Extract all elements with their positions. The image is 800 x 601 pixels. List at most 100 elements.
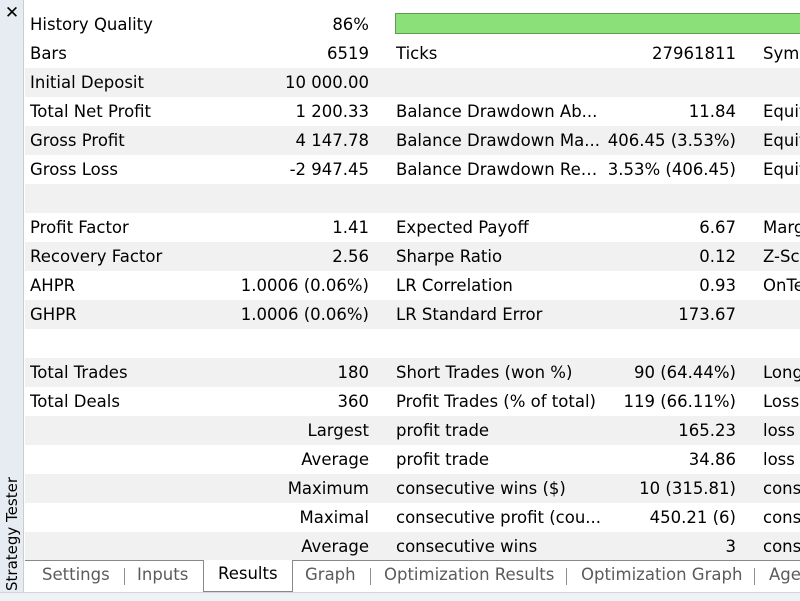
stat-value: 3 <box>725 537 737 556</box>
stat-value <box>585 68 736 97</box>
stat-value: 450.21 (6) <box>649 508 736 527</box>
stat-label: consecutive wins ($) <box>396 479 566 498</box>
stat-label: loss t <box>763 450 800 469</box>
table-row: Recovery Factor 2.56 Sharpe Ratio 0.12 Z-Sc <box>25 242 800 271</box>
stat-value: 1.0006 (0.06%) <box>240 276 369 295</box>
stat-value: 173.67 <box>678 305 736 324</box>
stat-value <box>585 184 736 213</box>
tab-separator <box>370 568 371 585</box>
stat-value: 6.67 <box>699 218 736 237</box>
stat-label: Balance Drawdown Rel... <box>396 160 601 179</box>
stat-value: 1.0006 (0.06%) <box>240 305 369 324</box>
stat-value <box>175 329 369 358</box>
history-quality-bar <box>395 13 800 34</box>
stat-value: 3.53% (406.45) <box>607 160 736 179</box>
stat-value: Average <box>301 450 369 469</box>
table-row: Total Deals 360 Profit Trades (% of total)… <box>25 387 800 416</box>
stat-label: cons <box>763 537 800 556</box>
table-row: Bars6519Ticks27961811Symb <box>25 39 800 68</box>
stat-value: 34.86 <box>688 450 736 469</box>
stat-value: 27961811 <box>652 44 736 63</box>
tab-graph[interactable]: Graph <box>305 561 356 590</box>
stat-value: Maximum <box>287 479 369 498</box>
stat-label: OnTe <box>763 276 800 295</box>
stat-label: consecutive wins <box>396 537 538 556</box>
stat-label: Long <box>763 363 800 382</box>
stat-value <box>585 329 736 358</box>
stat-label: Marg <box>763 218 800 237</box>
panel-title: Strategy Tester <box>3 477 21 591</box>
table-row: Gross Loss -2 947.45 Balance Drawdown Rel.… <box>25 155 800 184</box>
stat-label: Ticks <box>396 44 438 63</box>
stat-value: 119 (66.11%) <box>623 392 736 411</box>
stat-label: Sharpe Ratio <box>396 247 503 266</box>
tab-agents[interactable]: Age <box>769 561 800 590</box>
stat-value: 1.41 <box>332 218 369 237</box>
stat-label: consecutive profit (cou... <box>396 508 601 527</box>
stat-value: 0.93 <box>699 276 736 295</box>
stat-label: Balance Drawdown Ab... <box>396 102 598 121</box>
history-quality-row: History Quality 86% <box>25 10 800 39</box>
stat-label: Expected Payoff <box>396 218 529 237</box>
stat-value: -2 947.45 <box>289 160 369 179</box>
tab-optimization-results[interactable]: Optimization Results <box>384 561 554 590</box>
stat-label: LR Correlation <box>396 276 513 295</box>
stat-value: 10 (315.81) <box>639 479 736 498</box>
stat-label: Loss <box>763 392 800 411</box>
tab-optimization-graph[interactable]: Optimization Graph <box>581 561 742 590</box>
stat-value: 360 <box>337 392 370 411</box>
stat-label: Equit <box>763 160 800 179</box>
table-row: GHPR 1.0006 (0.06%) LR Standard Error 173.6… <box>25 300 800 329</box>
stat-label: Short Trades (won %) <box>396 363 573 382</box>
stat-value: 11.84 <box>688 102 736 121</box>
results-table: History Quality 86% Bars 6519 Ticks 2796181… <box>25 10 800 561</box>
stat-label <box>396 184 601 213</box>
stat-value: Maximal <box>299 508 369 527</box>
table-row: Maximal consecutive profit (cou... 450.21 … <box>25 503 800 532</box>
stat-label <box>763 329 800 358</box>
tester-side-strip: ✕ Strategy Tester <box>0 0 24 600</box>
stat-label: cons <box>763 508 800 527</box>
table-row <box>25 329 800 358</box>
stat-label: Z-Sc <box>763 247 800 266</box>
stat-label: loss t <box>763 421 800 440</box>
stat-label <box>396 68 601 97</box>
tab-separator <box>754 568 755 585</box>
stat-value: 90 (64.44%) <box>633 363 736 382</box>
stat-label: cons <box>763 479 800 498</box>
table-row: Gross Profit 4 147.78 Balance Drawdown Ma.… <box>25 126 800 155</box>
close-icon[interactable]: ✕ <box>3 4 21 22</box>
history-quality-value: 86% <box>332 15 369 34</box>
stat-label <box>763 300 800 329</box>
stat-value: 165.23 <box>678 421 736 440</box>
stat-value: 4 147.78 <box>295 131 369 150</box>
stat-label: Profit Trades (% of total) <box>396 392 596 411</box>
tab-separator <box>566 568 567 585</box>
table-row: Maximum consecutive wins ($) 10 (315.81) co… <box>25 474 800 503</box>
tab-separator <box>124 568 125 585</box>
stat-label: Balance Drawdown Ma... <box>396 131 600 150</box>
stat-label: LR Standard Error <box>396 305 543 324</box>
stat-value: 180 <box>337 363 370 382</box>
stat-value: 2.56 <box>332 247 369 266</box>
table-row <box>25 184 800 213</box>
stat-label <box>396 329 601 358</box>
stat-value: 6519 <box>327 44 369 63</box>
table-row: Total Trades 180 Short Trades (won %) 90 (6… <box>25 358 800 387</box>
stat-value <box>175 184 369 213</box>
stat-label: profit trade <box>396 450 490 469</box>
stat-value: Largest <box>307 421 370 440</box>
table-row: Profit Factor 1.41 Expected Payoff 6.67 Marg <box>25 213 800 242</box>
stat-label: Equit <box>763 131 800 150</box>
table-row: Largest profit trade 165.23 loss t <box>25 416 800 445</box>
stat-value: 1 200.33 <box>295 102 369 121</box>
stat-label: profit trade <box>396 421 490 440</box>
stat-label: Equit <box>763 102 800 121</box>
stat-label: Symb <box>763 44 800 63</box>
tab-inputs[interactable]: Inputs <box>137 561 188 590</box>
tab-settings[interactable]: Settings <box>42 561 110 590</box>
stat-label <box>763 184 800 213</box>
stat-label <box>763 68 800 97</box>
table-row: Average profit trade 34.86 loss t <box>25 445 800 474</box>
tab-results[interactable]: Results <box>203 560 293 592</box>
